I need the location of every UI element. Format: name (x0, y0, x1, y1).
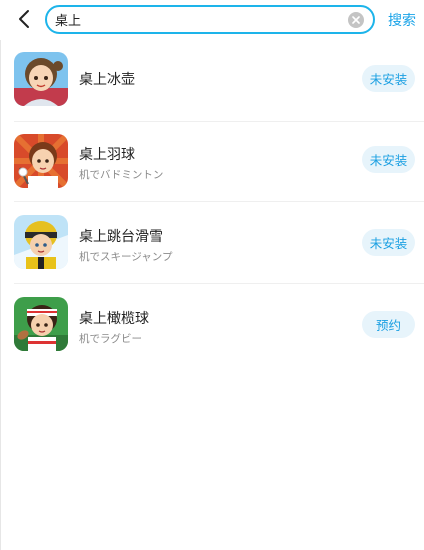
search-field[interactable] (45, 5, 375, 34)
app-list: 桌上冰壶 未安装 桌上羽球 机でバドミントン 未安装 桌上跳台滑雪 机でスキージ… (0, 40, 424, 366)
app-name: 桌上橄榄球 (79, 311, 149, 327)
app-subtitle: 机でバドミントン (79, 169, 164, 181)
badminton-boy-avatar-icon (14, 134, 68, 188)
app-name: 桌上冰壶 (79, 72, 135, 88)
search-input[interactable] (55, 7, 345, 32)
rugby-boy-avatar-icon (14, 297, 68, 351)
app-subtitle: 机でスキージャンプ (79, 251, 173, 263)
curling-girl-avatar-icon (14, 52, 68, 106)
install-status-button[interactable]: 未安装 (362, 65, 415, 92)
close-icon (352, 16, 360, 24)
install-status-button[interactable]: 未安装 (362, 146, 415, 173)
app-name: 桌上羽球 (79, 147, 135, 163)
list-item[interactable]: 桌上跳台滑雪 机でスキージャンプ 未安装 (0, 202, 424, 284)
chevron-left-icon (19, 10, 29, 28)
ski-jump-boy-avatar-icon (14, 215, 68, 269)
back-button[interactable] (12, 6, 36, 32)
search-bar: 搜索 (0, 0, 424, 40)
clear-search-button[interactable] (348, 12, 364, 28)
list-item[interactable]: 桌上橄榄球 机でラグビー 预约 (0, 284, 424, 366)
reserve-button[interactable]: 预约 (362, 311, 415, 338)
search-button[interactable]: 搜索 (388, 10, 416, 30)
list-item[interactable]: 桌上冰壶 未安装 (0, 40, 424, 122)
app-subtitle: 机でラグビー (79, 333, 142, 345)
list-item[interactable]: 桌上羽球 机でバドミントン 未安装 (0, 122, 424, 202)
search-results-page: 搜索 桌上冰壶 未安装 (0, 0, 424, 550)
install-status-button[interactable]: 未安装 (362, 229, 415, 256)
app-name: 桌上跳台滑雪 (79, 229, 163, 245)
